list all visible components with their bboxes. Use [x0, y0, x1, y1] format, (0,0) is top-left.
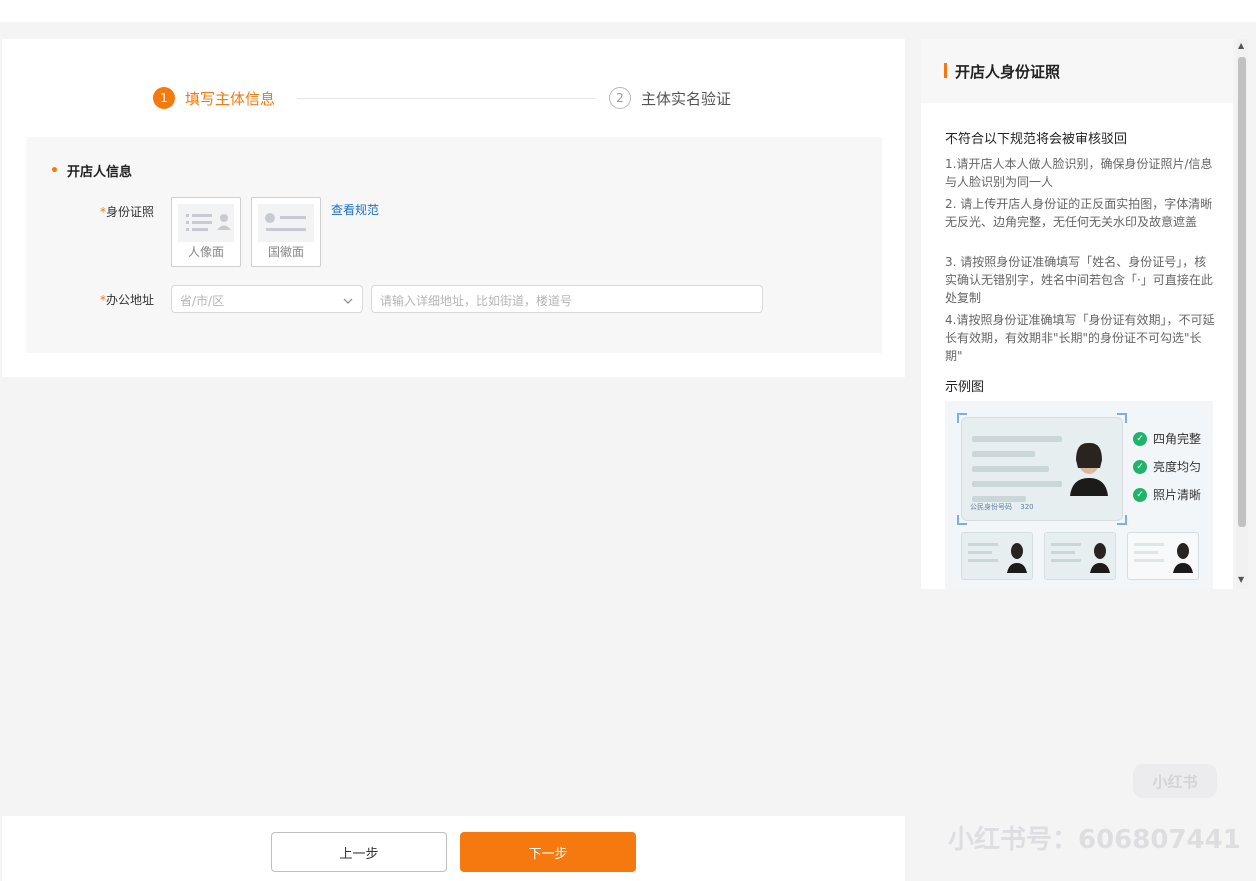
- brand-account-id: 小红书号：606807441: [948, 825, 1241, 855]
- section-title-text: 开店人信息: [66, 165, 132, 180]
- chevron-down-icon: [342, 292, 354, 311]
- check-even-brightness: ✓ 亮度均匀: [1133, 458, 1201, 475]
- step-2-label: 主体实名验证: [641, 89, 732, 108]
- scroll-up-icon[interactable]: ▲: [1238, 41, 1244, 50]
- guide-rule-4: 4.请按照身份证准确填写「身份证有效期」，不可延长有效期，有效期非"长期"的身份…: [945, 313, 1215, 363]
- sample-id-text-lines: [972, 436, 1062, 511]
- example-title: 示例图: [945, 380, 985, 395]
- upload-emblem-caption: 国徽面: [267, 245, 304, 259]
- guide-panel-header: 开店人身份证照: [921, 39, 1233, 103]
- check-icon: ✓: [1133, 459, 1147, 474]
- detail-address-input[interactable]: 请输入详细地址，比如街道，楼道号: [371, 285, 763, 313]
- section-dot-icon: •: [50, 162, 59, 179]
- check-four-corners: ✓ 四角完整: [1133, 430, 1201, 447]
- step-1-circle: 1: [153, 87, 175, 109]
- next-step-button[interactable]: 下一步: [460, 832, 636, 872]
- id-photo-label-text: 身份证照: [105, 205, 154, 219]
- check-clear-photo: ✓ 照片清晰: [1133, 486, 1201, 503]
- id-guide-panel: 开店人身份证照 不符合以下规范将会被审核驳回 1.请开店人本人做人脸识别，确保身…: [921, 39, 1233, 589]
- scrollbar-thumb[interactable]: [1238, 57, 1246, 527]
- guide-rule-2: 2. 请上传开店人身份证的正反面实拍图，字体清晰无反光、边角完整，无任何无关水印…: [945, 197, 1213, 229]
- step-fill-subject-info: 1 填写主体信息: [153, 87, 275, 109]
- bad-example-card-2: [1044, 532, 1116, 580]
- region-select-placeholder: 省/市/区: [180, 294, 225, 308]
- brand-logo: 小红书: [1133, 764, 1217, 798]
- guide-panel-title: 开店人身份证照: [955, 63, 1061, 81]
- step-indicator: 1 填写主体信息 2 主体实名验证: [2, 87, 905, 113]
- guide-rule-1: 1.请开店人本人做人脸识别，确保身份证照片/信息与人脸识别为同一人: [945, 157, 1213, 189]
- portrait-placeholder-icon: [178, 204, 234, 242]
- example-image: 公民身份号码 320 ✓ 四角完整 ✓ 亮度均匀 ✓ 照片清晰: [945, 401, 1213, 589]
- sample-id-number-prefix: 320: [1020, 503, 1034, 511]
- title-accent-bar: [944, 63, 947, 78]
- check-icon: ✓: [1133, 487, 1147, 502]
- upload-emblem-side[interactable]: 国徽面: [251, 197, 321, 267]
- guide-subtitle: 不符合以下规范将会被审核驳回: [945, 132, 1128, 147]
- check-clear-photo-label: 照片清晰: [1153, 488, 1202, 502]
- region-select[interactable]: 省/市/区: [171, 285, 363, 313]
- check-four-corners-label: 四角完整: [1153, 432, 1202, 446]
- step-real-name-verify: 2 主体实名验证: [609, 87, 731, 109]
- section-title: • 开店人信息: [50, 161, 132, 181]
- upload-portrait-side[interactable]: 人像面: [171, 197, 241, 267]
- prev-step-button[interactable]: 上一步: [271, 832, 447, 872]
- sample-id-number: 公民身份号码 320: [970, 502, 1034, 512]
- detail-address-placeholder: 请输入详细地址，比如街道，楼道号: [380, 294, 573, 308]
- bad-example-card-3: [1127, 532, 1199, 580]
- check-icon: ✓: [1133, 431, 1147, 446]
- upload-portrait-caption: 人像面: [187, 245, 224, 259]
- step-connector: [297, 98, 595, 99]
- emblem-placeholder-icon: [258, 204, 314, 242]
- guide-rule-3: 3. 请按照身份证准确填写「姓名、身份证号」，核实确认无错别字，姓名中间若包含「…: [945, 255, 1213, 305]
- scroll-down-icon[interactable]: ▼: [1238, 575, 1244, 584]
- shop-owner-form: • 开店人信息 *身份证照 人像面 国徽面 查看规范 *办公地址 省/市/区 请…: [26, 137, 882, 353]
- top-bar: [0, 0, 1256, 22]
- sample-id-number-label: 公民身份号码: [970, 503, 1012, 511]
- guide-panel-scrollbar[interactable]: ▲ ▼: [1236, 39, 1248, 589]
- check-even-brightness-label: 亮度均匀: [1153, 460, 1202, 474]
- address-label: *办公地址: [54, 291, 154, 308]
- step-2-circle: 2: [609, 87, 631, 109]
- bad-example-card-1: [961, 532, 1033, 580]
- footer-bar: 上一步 下一步: [2, 816, 905, 881]
- main-form-card: 1 填写主体信息 2 主体实名验证 • 开店人信息 *身份证照 人像面 国徽面 …: [2, 39, 905, 377]
- view-spec-link[interactable]: 查看规范: [331, 201, 379, 218]
- step-1-label: 填写主体信息: [185, 89, 276, 108]
- address-label-text: 办公地址: [105, 293, 154, 307]
- sample-portrait-icon: [1070, 442, 1108, 496]
- id-photo-label: *身份证照: [54, 203, 154, 220]
- sample-id-card: 公民身份号码 320: [961, 417, 1123, 521]
